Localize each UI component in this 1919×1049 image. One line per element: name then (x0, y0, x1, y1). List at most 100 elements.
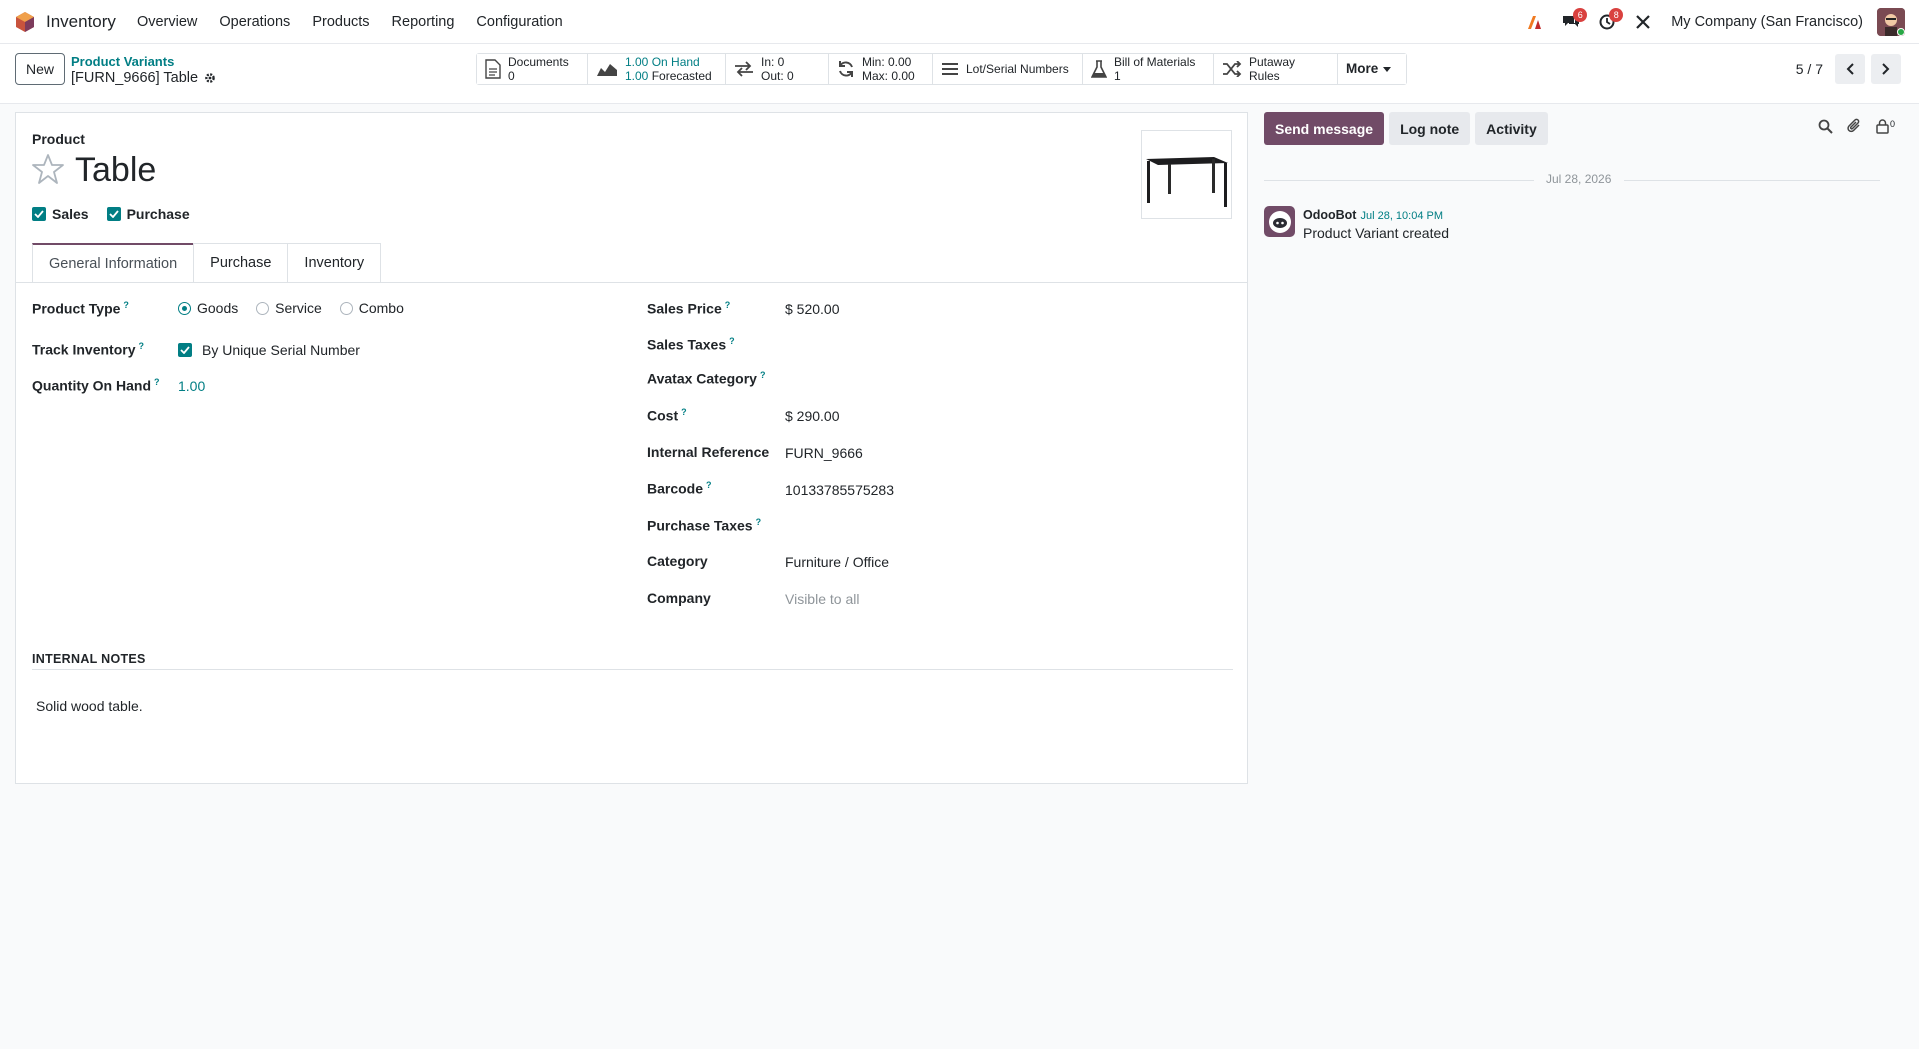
forecasted-value: 1.00 (625, 69, 649, 83)
document-icon (485, 59, 501, 79)
user-avatar[interactable] (1877, 8, 1905, 36)
refresh-icon (837, 60, 855, 78)
radio-empty-icon (256, 301, 270, 315)
avatax-icon[interactable] (1519, 0, 1551, 44)
documents-button[interactable]: Documents 0 (477, 54, 588, 84)
cost-input[interactable]: $ 290.00 (785, 408, 840, 424)
user-lock-icon (1876, 118, 1889, 134)
track-inventory-field: By Unique Serial Number (178, 342, 360, 358)
out-count: Out: 0 (761, 69, 794, 83)
documents-label: Documents (508, 55, 569, 69)
cost-label: Cost? (647, 407, 687, 424)
on-hand-button[interactable]: 1.00 On Hand 1.00 Forecasted (588, 54, 726, 84)
category-label: Category (647, 553, 708, 569)
lot-serial-label: Lot/Serial Numbers (966, 62, 1069, 76)
followers-button[interactable]: 0 (1876, 119, 1895, 134)
radio-empty-icon (339, 301, 353, 315)
internal-notes-editor[interactable]: Solid wood table. (36, 698, 143, 714)
online-status-dot (1897, 28, 1905, 36)
lot-serial-button[interactable]: Lot/Serial Numbers (933, 54, 1083, 84)
transfer-arrows-icon (734, 61, 754, 77)
internal-notes-heading: INTERNAL NOTES (32, 652, 146, 666)
menu-reporting[interactable]: Reporting (381, 14, 466, 30)
tools-icon[interactable] (1627, 0, 1659, 44)
menu-overview[interactable]: Overview (126, 14, 208, 30)
date-separator-line (1624, 180, 1880, 181)
putaway-rules-button[interactable]: Putaway Rules (1214, 54, 1338, 84)
can-be-purchased-checkbox[interactable]: Purchase (106, 206, 190, 222)
internal-notes-divider (32, 669, 1233, 670)
company-switcher[interactable]: My Company (San Francisco) (1671, 14, 1863, 30)
quantity-on-hand-label: Quantity On Hand? (32, 377, 160, 394)
notebook-tabs: General Information Purchase Inventory (32, 243, 382, 282)
more-button[interactable]: More (1338, 54, 1406, 84)
company-input[interactable]: Visible to all (785, 591, 859, 607)
activities-badge: 8 (1609, 8, 1624, 22)
track-inventory-checkbox[interactable] (178, 343, 192, 357)
help-icon: ? (729, 336, 735, 346)
flask-icon (1091, 60, 1107, 78)
sales-price-input[interactable]: $ 520.00 (785, 301, 840, 317)
log-note-button[interactable]: Log note (1389, 112, 1471, 145)
breadcrumb-current-label: [FURN_9666] Table (71, 70, 199, 86)
breadcrumb-parent[interactable]: Product Variants (71, 54, 216, 69)
activity-button[interactable]: Activity (1475, 112, 1548, 145)
new-button[interactable]: New (15, 53, 65, 85)
pager-next-button[interactable] (1871, 54, 1901, 84)
navbar-systray: 6 8 My Company (San Francisco) (1515, 0, 1905, 44)
purchase-taxes-input[interactable] (785, 517, 1165, 537)
avatax-category-input[interactable] (785, 370, 1165, 390)
radio-selected-icon (178, 301, 191, 315)
favorite-star-icon[interactable] (32, 153, 64, 185)
purchase-taxes-label: Purchase Taxes? (647, 517, 762, 534)
sales-price-label: Sales Price? (647, 300, 731, 317)
date-separator-label: Jul 28, 2026 (1546, 172, 1612, 186)
internal-reference-input[interactable]: FURN_9666 (785, 445, 863, 461)
message-author[interactable]: OdooBot (1303, 208, 1356, 222)
bill-of-materials-button[interactable]: Bill of Materials 1 (1083, 54, 1214, 84)
app-name[interactable]: Inventory (46, 12, 116, 32)
radio-service[interactable]: Service (256, 300, 322, 316)
pager-previous-button[interactable] (1835, 54, 1865, 84)
menu-products[interactable]: Products (301, 14, 380, 30)
product-name[interactable]: Table (75, 151, 156, 190)
help-icon: ? (154, 377, 160, 387)
help-icon: ? (724, 300, 731, 310)
in-out-button[interactable]: In: 0 Out: 0 (726, 54, 829, 84)
breadcrumb-current: [FURN_9666] Table (71, 70, 216, 86)
search-icon[interactable] (1818, 119, 1833, 134)
paperclip-icon[interactable] (1847, 118, 1862, 134)
internal-reference-label: Internal Reference (647, 444, 770, 460)
date-separator: Jul 28, 2026 (1264, 172, 1894, 188)
barcode-input[interactable]: 10133785575283 (785, 482, 894, 498)
send-message-button[interactable]: Send message (1264, 112, 1385, 145)
radio-goods[interactable]: Goods (178, 300, 238, 316)
table-image (1145, 156, 1228, 207)
tab-general-information[interactable]: General Information (32, 243, 195, 282)
tab-inventory[interactable]: Inventory (287, 243, 382, 282)
list-icon (941, 62, 959, 76)
can-be-sold-checkbox[interactable]: Sales (32, 206, 89, 222)
menu-configuration[interactable]: Configuration (465, 14, 573, 30)
putaway-label: Putaway Rules (1249, 55, 1296, 83)
menu-operations[interactable]: Operations (208, 14, 301, 30)
activities-icon[interactable]: 8 (1591, 0, 1624, 44)
quantity-on-hand-value[interactable]: 1.00 (178, 378, 205, 394)
min-max-button[interactable]: Min: 0.00 Max: 0.00 (829, 54, 933, 84)
category-input[interactable]: Furniture / Office (785, 554, 889, 570)
pager-value[interactable]: 5 / 7 (1796, 61, 1823, 77)
inventory-app-icon[interactable] (14, 11, 36, 33)
product-image[interactable] (1141, 130, 1232, 219)
tab-purchase[interactable]: Purchase (193, 243, 289, 282)
messages-icon[interactable]: 6 (1555, 0, 1588, 44)
sale-purchase-options: Sales Purchase (32, 206, 190, 222)
more-label: More (1346, 61, 1379, 76)
radio-combo[interactable]: Combo (339, 300, 404, 316)
min-value: Min: 0.00 (862, 55, 912, 69)
sales-taxes-input[interactable] (785, 336, 1165, 356)
gear-icon[interactable] (204, 72, 216, 84)
tracking-mode-select[interactable]: By Unique Serial Number (202, 342, 360, 358)
chatter-tools: 0 (1818, 118, 1895, 134)
odoobot-avatar[interactable] (1264, 206, 1295, 237)
on-hand-value: 1.00 On Hand (625, 55, 700, 69)
